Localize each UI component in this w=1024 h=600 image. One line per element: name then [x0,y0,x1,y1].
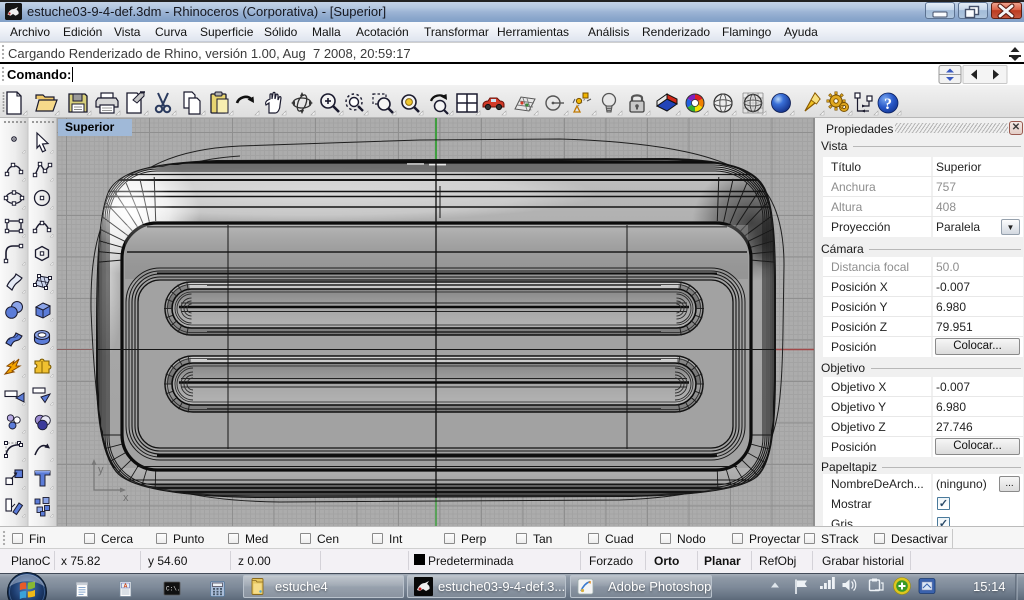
svg-text:C:\.: C:\. [166,586,180,593]
svg-text:x: x [123,492,129,504]
svg-text:A: A [124,584,128,590]
svg-text:?: ? [884,96,892,113]
svg-text:y: y [98,464,104,476]
